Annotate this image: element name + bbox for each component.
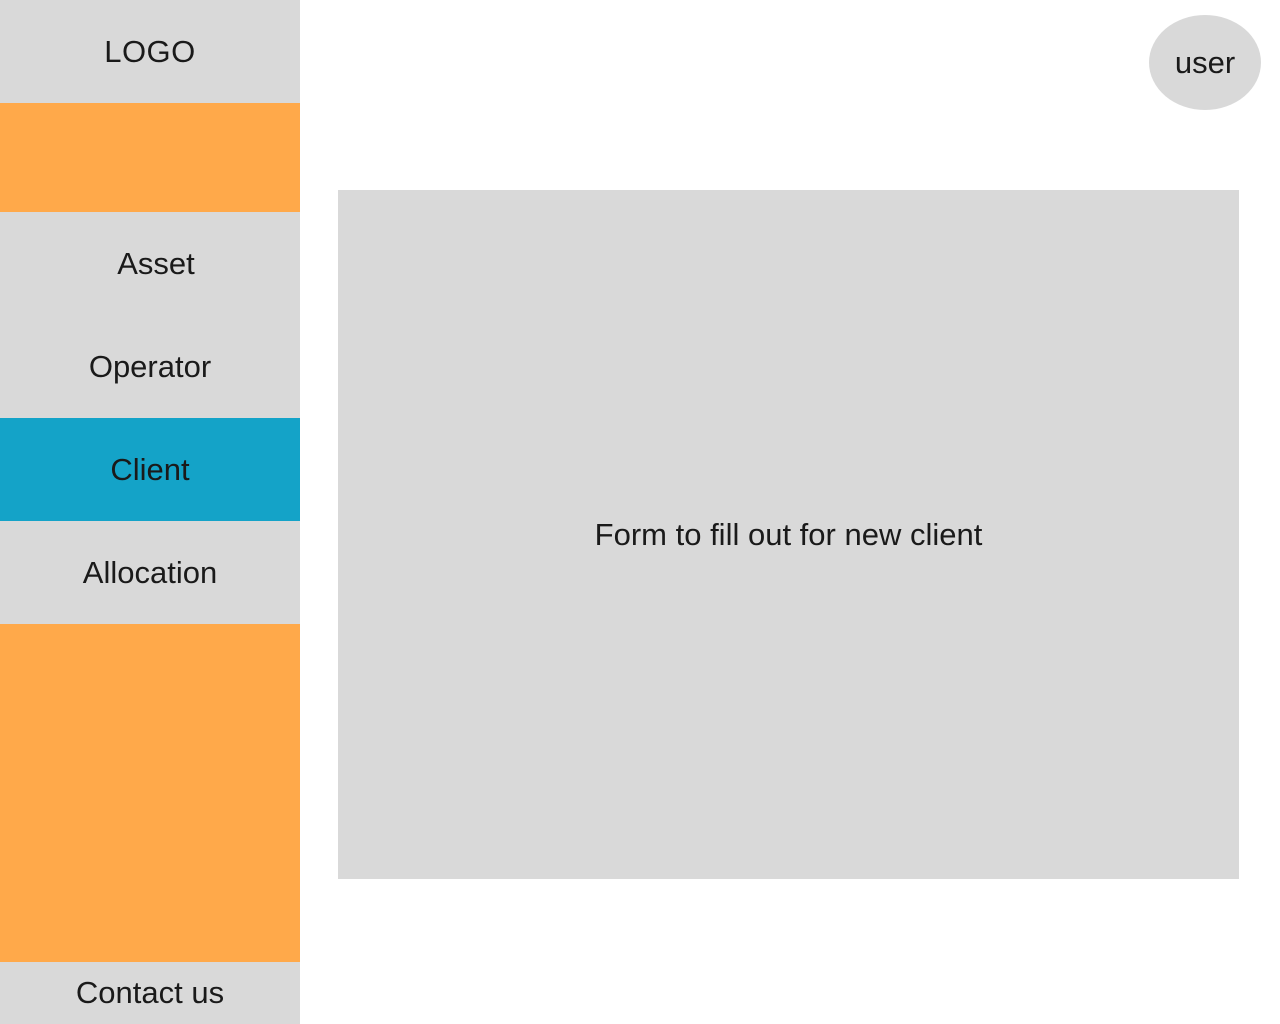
sidebar-item-operator[interactable]: Operator	[0, 315, 300, 418]
form-placeholder-text: Form to fill out for new client	[594, 516, 983, 552]
sidebar-accent-top	[0, 103, 300, 212]
sidebar-item-client[interactable]: Client	[0, 418, 300, 521]
sidebar-item-asset[interactable]: Asset	[0, 212, 300, 315]
logo: LOGO	[104, 33, 196, 69]
sidebar: LOGO Asset Operator Client Allocation Co…	[0, 0, 300, 1024]
app-root: LOGO Asset Operator Client Allocation Co…	[0, 0, 1280, 1024]
user-avatar[interactable]: user	[1149, 15, 1261, 110]
contact-us-link[interactable]: Contact us	[0, 962, 300, 1024]
sidebar-accent-bottom	[0, 624, 300, 962]
new-client-form-placeholder: Form to fill out for new client	[338, 190, 1239, 879]
sidebar-item-allocation[interactable]: Allocation	[0, 521, 300, 624]
